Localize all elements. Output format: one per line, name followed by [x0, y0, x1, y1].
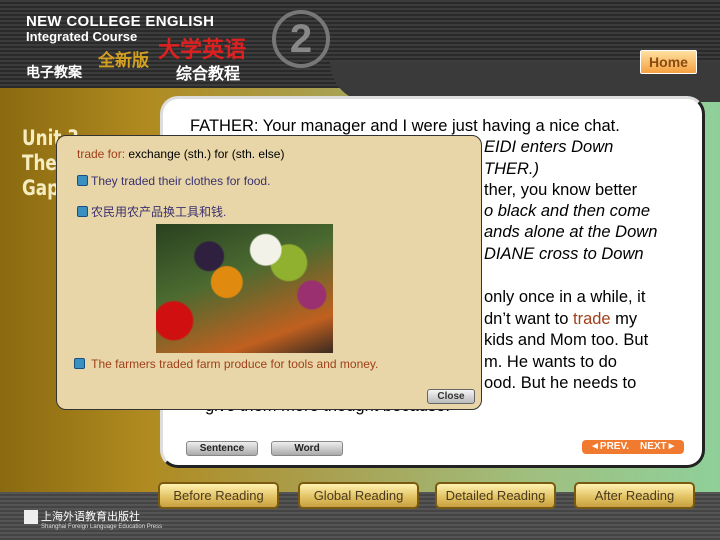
publisher-logo: 上海外语教育出版社 Shanghai Foreign Language Educa…: [24, 508, 162, 530]
script-line: ood. But he needs to: [484, 374, 637, 392]
script-line: only once in a while, it: [484, 288, 646, 306]
nav-before-reading[interactable]: Before Reading: [158, 482, 279, 509]
prev-button[interactable]: ◄PREV.: [590, 441, 629, 452]
script-text: dn’t want to: [484, 310, 573, 328]
translation-text: The farmers traded farm produce for tool…: [91, 357, 379, 371]
title-en: NEW COLLEGE ENGLISH: [26, 13, 215, 30]
example-en: They traded their clothes for food.: [77, 174, 270, 188]
example-cn: 农民用农产品换工具和钱.: [77, 203, 226, 220]
term: trade for:: [77, 147, 126, 161]
next-button[interactable]: NEXT►: [640, 441, 677, 452]
prev-next-bar: ◄PREV. NEXT►: [582, 440, 684, 454]
subtitle-en: Integrated Course: [26, 29, 138, 44]
script-line: kids and Mom too. But: [484, 331, 649, 349]
info-icon[interactable]: [74, 358, 85, 369]
script-line: THER.): [484, 160, 539, 178]
example-text: 农民用农产品换工具和钱.: [91, 205, 227, 219]
home-button[interactable]: Home: [640, 50, 697, 74]
example-text: They traded their clothes for food.: [91, 174, 271, 188]
definition-text: exchange (sth.) for (sth. else): [128, 147, 285, 161]
script-line: DIANE cross to Down: [484, 245, 644, 263]
edition-label: 全新版: [98, 51, 149, 70]
script-text: my: [610, 310, 638, 328]
speaker-icon[interactable]: [77, 175, 88, 186]
publisher-en: Shanghai Foreign Language Education Pres…: [41, 524, 163, 531]
script-line: m. He wants to do: [484, 353, 617, 371]
script-line: ther, you know better: [484, 181, 638, 199]
speaker-icon[interactable]: [77, 206, 88, 217]
script-line: EIDI enters Down: [484, 138, 614, 156]
vegetables-image: [156, 224, 333, 353]
publisher-cn: 上海外语教育出版社: [41, 511, 140, 523]
script-line: o black and then come: [484, 202, 651, 220]
vocabulary-popup: trade for: exchange (sth.) for (sth. els…: [56, 135, 482, 410]
word-button[interactable]: Word: [271, 441, 343, 456]
label-right: 综合教程: [176, 66, 241, 83]
volume-badge: 2: [272, 10, 330, 68]
nav-global-reading[interactable]: Global Reading: [298, 482, 419, 509]
keyword-trade-link[interactable]: trade: [573, 310, 611, 328]
header-banner: NEW COLLEGE ENGLISH Integrated Course 全新…: [0, 0, 720, 102]
script-line: FATHER: Your manager and I were just hav…: [190, 117, 620, 135]
label-left: 电子教案: [26, 64, 82, 80]
translation: The farmers traded farm produce for tool…: [74, 357, 378, 371]
close-button[interactable]: Close: [427, 389, 475, 404]
sentence-button[interactable]: Sentence: [186, 441, 258, 456]
publisher-logo-icon: [24, 510, 38, 525]
definition: trade for: exchange (sth.) for (sth. els…: [77, 147, 284, 161]
nav-detailed-reading[interactable]: Detailed Reading: [435, 482, 556, 509]
script-line: dn’t want to trade my: [484, 310, 637, 329]
script-line: ands alone at the Down: [484, 223, 658, 241]
nav-after-reading[interactable]: After Reading: [574, 482, 695, 509]
